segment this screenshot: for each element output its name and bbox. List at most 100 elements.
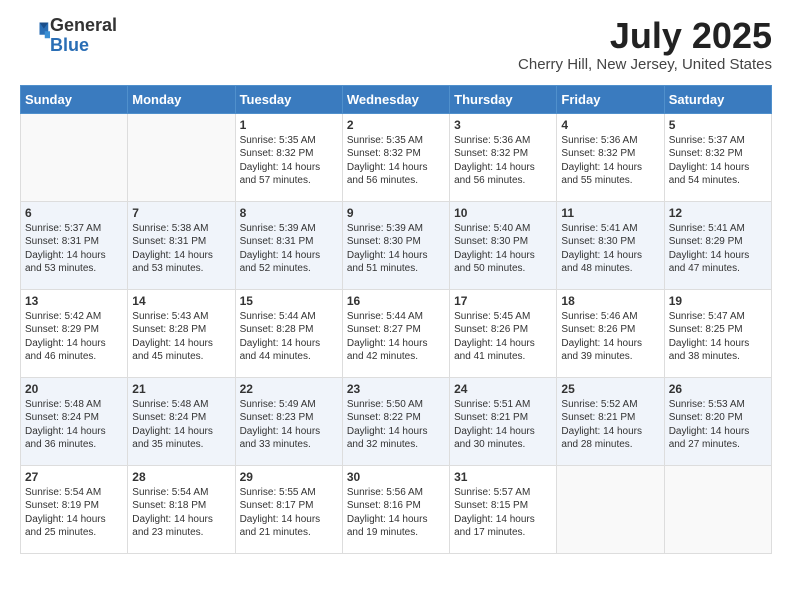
day-header-tuesday: Tuesday (235, 85, 342, 113)
day-number: 26 (669, 382, 767, 396)
day-info: Sunrise: 5:56 AM Sunset: 8:16 PM Dayligh… (347, 486, 445, 540)
day-number: 5 (669, 118, 767, 132)
calendar-cell: 11 Sunrise: 5:41 AM Sunset: 8:30 PM Dayli… (557, 201, 664, 289)
calendar-cell: 16Sunrise: 5:44 AM Sunset: 8:27 PM Dayli… (342, 289, 449, 377)
calendar-cell: 9Sunrise: 5:39 AM Sunset: 8:30 PM Daylig… (342, 201, 449, 289)
day-info: Sunrise: 5:41 AM Sunset: 8:29 PM Dayligh… (669, 222, 767, 276)
day-number: 28 (132, 470, 230, 484)
day-number: 2 (347, 118, 445, 132)
calendar-cell: 15 Sunrise: 5:44 AM Sunset: 8:28 PM Dayli… (235, 289, 342, 377)
day-number: 7 (132, 206, 230, 220)
day-number: 17 (454, 294, 552, 308)
calendar-body: 1 Sunrise: 5:35 AM Sunset: 8:32 PM Daylig… (21, 113, 772, 553)
day-number: 25 (561, 382, 659, 396)
calendar-cell: 10Sunrise: 5:40 AM Sunset: 8:30 PM Dayli… (450, 201, 557, 289)
logo-general-text: General (50, 15, 117, 35)
day-info: Sunrise: 5:57 AM Sunset: 8:15 PM Dayligh… (454, 486, 552, 540)
calendar-cell: 6 Sunrise: 5:37 AM Sunset: 8:31 PM Daylig… (21, 201, 128, 289)
day-info: Sunrise: 5:35 AM Sunset: 8:32 PM Dayligh… (347, 134, 445, 188)
day-info: Sunrise: 5:44 AM Sunset: 8:27 PM Dayligh… (347, 310, 445, 364)
day-number: 6 (25, 206, 123, 220)
calendar-cell: 26 Sunrise: 5:53 AM Sunset: 8:20 PM Dayli… (664, 377, 771, 465)
logo-blue-text: Blue (50, 35, 89, 55)
day-number: 10 (454, 206, 552, 220)
logo: General Blue (20, 16, 117, 56)
calendar-week-row: 1 Sunrise: 5:35 AM Sunset: 8:32 PM Daylig… (21, 113, 772, 201)
calendar-cell: 18 Sunrise: 5:46 AM Sunset: 8:26 PM Dayli… (557, 289, 664, 377)
calendar-cell: 30 Sunrise: 5:56 AM Sunset: 8:16 PM Dayli… (342, 465, 449, 553)
day-info: Sunrise: 5:38 AM Sunset: 8:31 PM Dayligh… (132, 222, 230, 276)
page-header: General Blue July 2025 Cherry Hill, New … (20, 16, 772, 73)
day-info: Sunrise: 5:47 AM Sunset: 8:25 PM Dayligh… (669, 310, 767, 364)
day-info: Sunrise: 5:54 AM Sunset: 8:19 PM Dayligh… (25, 486, 123, 540)
day-number: 24 (454, 382, 552, 396)
day-info: Sunrise: 5:48 AM Sunset: 8:24 PM Dayligh… (132, 398, 230, 452)
day-info: Sunrise: 5:48 AM Sunset: 8:24 PM Dayligh… (25, 398, 123, 452)
calendar-cell: 8Sunrise: 5:39 AM Sunset: 8:31 PM Daylig… (235, 201, 342, 289)
calendar-cell: 24Sunrise: 5:51 AM Sunset: 8:21 PM Dayli… (450, 377, 557, 465)
day-number: 23 (347, 382, 445, 396)
day-number: 3 (454, 118, 552, 132)
day-info: Sunrise: 5:39 AM Sunset: 8:30 PM Dayligh… (347, 222, 445, 276)
day-info: Sunrise: 5:41 AM Sunset: 8:30 PM Dayligh… (561, 222, 659, 276)
day-info: Sunrise: 5:36 AM Sunset: 8:32 PM Dayligh… (454, 134, 552, 188)
title-block: July 2025 Cherry Hill, New Jersey, Unite… (518, 16, 772, 73)
day-number: 15 (240, 294, 338, 308)
day-header-sunday: Sunday (21, 85, 128, 113)
day-number: 14 (132, 294, 230, 308)
day-info: Sunrise: 5:44 AM Sunset: 8:28 PM Dayligh… (240, 310, 338, 364)
calendar-week-row: 6 Sunrise: 5:37 AM Sunset: 8:31 PM Daylig… (21, 201, 772, 289)
calendar-cell: 27 Sunrise: 5:54 AM Sunset: 8:19 PM Dayli… (21, 465, 128, 553)
calendar-cell: 12 Sunrise: 5:41 AM Sunset: 8:29 PM Dayli… (664, 201, 771, 289)
day-header-monday: Monday (128, 85, 235, 113)
calendar-cell: 25 Sunrise: 5:52 AM Sunset: 8:21 PM Dayli… (557, 377, 664, 465)
day-number: 22 (240, 382, 338, 396)
calendar-cell: 2 Sunrise: 5:35 AM Sunset: 8:32 PM Daylig… (342, 113, 449, 201)
day-number: 27 (25, 470, 123, 484)
calendar-cell: 5 Sunrise: 5:37 AM Sunset: 8:32 PM Daylig… (664, 113, 771, 201)
day-info: Sunrise: 5:52 AM Sunset: 8:21 PM Dayligh… (561, 398, 659, 452)
calendar-cell: 17Sunrise: 5:45 AM Sunset: 8:26 PM Dayli… (450, 289, 557, 377)
calendar-cell: 21 Sunrise: 5:48 AM Sunset: 8:24 PM Dayli… (128, 377, 235, 465)
calendar-cell: 31 Sunrise: 5:57 AM Sunset: 8:15 PM Dayli… (450, 465, 557, 553)
logo-icon (22, 19, 50, 47)
day-number: 30 (347, 470, 445, 484)
day-number: 18 (561, 294, 659, 308)
calendar-cell: 13Sunrise: 5:42 AM Sunset: 8:29 PM Dayli… (21, 289, 128, 377)
calendar-header-row: SundayMondayTuesdayWednesdayThursdayFrid… (21, 85, 772, 113)
day-info: Sunrise: 5:49 AM Sunset: 8:23 PM Dayligh… (240, 398, 338, 452)
day-number: 31 (454, 470, 552, 484)
calendar-cell (664, 465, 771, 553)
month-title: July 2025 (518, 16, 772, 56)
day-number: 8 (240, 206, 338, 220)
calendar-cell (21, 113, 128, 201)
day-info: Sunrise: 5:55 AM Sunset: 8:17 PM Dayligh… (240, 486, 338, 540)
day-info: Sunrise: 5:43 AM Sunset: 8:28 PM Dayligh… (132, 310, 230, 364)
calendar-cell: 1Sunrise: 5:35 AM Sunset: 8:32 PM Daylig… (235, 113, 342, 201)
day-info: Sunrise: 5:37 AM Sunset: 8:31 PM Dayligh… (25, 222, 123, 276)
calendar-week-row: 13Sunrise: 5:42 AM Sunset: 8:29 PM Dayli… (21, 289, 772, 377)
day-header-thursday: Thursday (450, 85, 557, 113)
day-info: Sunrise: 5:46 AM Sunset: 8:26 PM Dayligh… (561, 310, 659, 364)
calendar-cell: 14 Sunrise: 5:43 AM Sunset: 8:28 PM Dayli… (128, 289, 235, 377)
day-number: 19 (669, 294, 767, 308)
day-header-friday: Friday (557, 85, 664, 113)
day-number: 20 (25, 382, 123, 396)
day-info: Sunrise: 5:42 AM Sunset: 8:29 PM Dayligh… (25, 310, 123, 364)
calendar-cell: 20 Sunrise: 5:48 AM Sunset: 8:24 PM Dayli… (21, 377, 128, 465)
day-number: 12 (669, 206, 767, 220)
day-info: Sunrise: 5:54 AM Sunset: 8:18 PM Dayligh… (132, 486, 230, 540)
day-info: Sunrise: 5:53 AM Sunset: 8:20 PM Dayligh… (669, 398, 767, 452)
calendar-cell: 4Sunrise: 5:36 AM Sunset: 8:32 PM Daylig… (557, 113, 664, 201)
calendar-week-row: 20 Sunrise: 5:48 AM Sunset: 8:24 PM Dayli… (21, 377, 772, 465)
day-info: Sunrise: 5:37 AM Sunset: 8:32 PM Dayligh… (669, 134, 767, 188)
calendar-cell: 29Sunrise: 5:55 AM Sunset: 8:17 PM Dayli… (235, 465, 342, 553)
day-number: 11 (561, 206, 659, 220)
calendar-cell (128, 113, 235, 201)
calendar-cell: 19 Sunrise: 5:47 AM Sunset: 8:25 PM Dayli… (664, 289, 771, 377)
calendar-table: SundayMondayTuesdayWednesdayThursdayFrid… (20, 85, 772, 554)
day-info: Sunrise: 5:50 AM Sunset: 8:22 PM Dayligh… (347, 398, 445, 452)
day-number: 1 (240, 118, 338, 132)
day-info: Sunrise: 5:36 AM Sunset: 8:32 PM Dayligh… (561, 134, 659, 188)
day-number: 21 (132, 382, 230, 396)
